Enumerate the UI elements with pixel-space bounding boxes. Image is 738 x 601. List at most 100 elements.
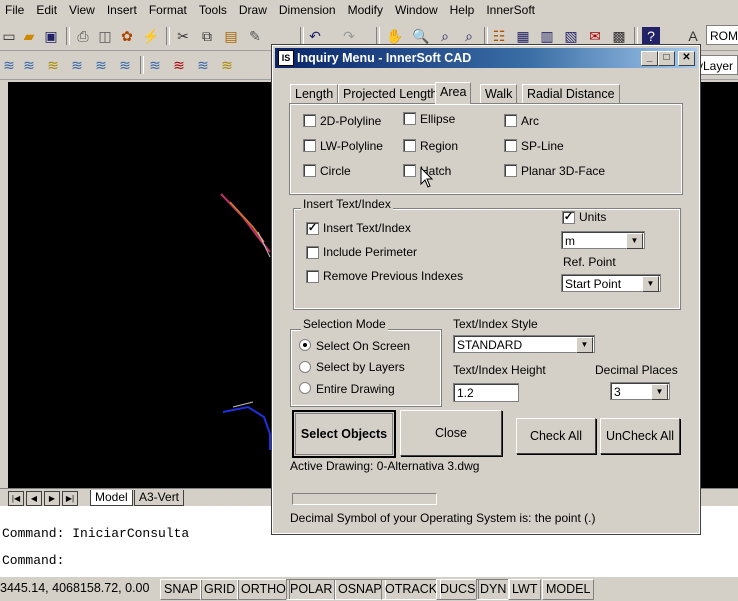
open-icon[interactable]: ▰ [20,27,38,45]
tab-area[interactable]: Area [435,82,472,104]
zoom-previous-icon[interactable]: ⌕ [460,27,478,45]
sheet-set-icon[interactable]: ▧ [562,27,580,45]
copy-icon[interactable]: ⧉ [198,27,216,45]
zoom-realtime-icon[interactable]: 🔍 [412,27,430,45]
undo-icon[interactable]: ↶ [306,27,324,45]
layer-tool-icon[interactable]: ≋ [68,56,86,74]
menu-innersoft[interactable]: InnerSoft [481,3,542,17]
layer-tool-icon[interactable]: ≋ [116,56,134,74]
menu-modify[interactable]: Modify [343,3,390,17]
units-select[interactable]: m ▼ [561,231,645,249]
snap-toggle[interactable]: SNAP [160,579,203,600]
tab-model[interactable]: Model [90,490,133,506]
lwt-toggle[interactable]: LWT [508,579,542,600]
markup-icon[interactable]: ✉ [586,27,604,45]
checkbox-hatch[interactable] [403,164,416,177]
redo-icon[interactable]: ↷ [340,27,358,45]
tab-radial-distance[interactable]: Radial Distance [522,84,620,104]
menu-help[interactable]: Help [445,3,482,17]
tool-palettes-icon[interactable]: ▥ [538,27,556,45]
checkbox-include-perimeter[interactable] [306,246,319,259]
minimize-icon[interactable]: _ [641,51,658,66]
checkbox-sp-line[interactable] [504,139,517,152]
decimal-places-select[interactable]: 3 ▼ [610,382,670,400]
layer-tool-icon[interactable]: ≋ [218,56,236,74]
tab-a3-vert[interactable]: A3-Vert [134,490,185,506]
design-center-icon[interactable]: ▦ [514,27,532,45]
checkbox-2d-polyline[interactable] [303,114,316,127]
next-tab-button[interactable]: ▶ [44,491,60,506]
close-icon[interactable]: ✕ [678,51,695,66]
uncheck-all-button[interactable]: UnCheck All [600,418,680,454]
checkbox-circle[interactable] [303,164,316,177]
checkbox-planar-3d-face[interactable] [504,164,517,177]
text-style-field[interactable]: ROM [706,25,738,45]
pan-icon[interactable]: ✋ [386,27,404,45]
checkbox-region[interactable] [403,139,416,152]
dialog-titlebar[interactable]: IS Inquiry Menu - InnerSoft CAD _ □ ✕ [275,48,697,68]
check-all-button[interactable]: Check All [516,418,596,454]
calculator-icon[interactable]: ▩ [610,27,628,45]
polar-toggle[interactable]: POLAR [286,579,337,600]
cut-icon[interactable]: ✂ [174,27,192,45]
tab-walk[interactable]: Walk [480,84,518,104]
menu-edit[interactable]: Edit [31,3,64,17]
layer-off-icon[interactable]: ≋ [170,56,188,74]
match-properties-icon[interactable]: ✎ [246,27,264,45]
select-objects-button[interactable]: Select Objects [292,410,396,458]
chevron-down-icon[interactable]: ▼ [651,384,668,400]
checkbox-arc[interactable] [504,114,517,127]
radio-select-by-layers[interactable] [299,361,311,373]
layer-tool-icon[interactable]: ≋ [194,56,212,74]
osnap-toggle[interactable]: OSNAP [334,579,386,600]
first-tab-button[interactable]: |◀ [8,491,24,506]
menu-tools[interactable]: Tools [194,3,234,17]
chevron-down-icon[interactable]: ▼ [642,276,659,292]
grid-toggle[interactable]: GRID [200,579,240,600]
save-icon[interactable]: ▣ [42,27,60,45]
menu-format[interactable]: Format [144,3,194,17]
command-prompt[interactable]: Command: [2,553,64,568]
otrack-toggle[interactable]: OTRACK [381,579,442,600]
text-height-input[interactable]: 1.2 [453,383,519,402]
checkbox-units[interactable]: ✓ [562,211,575,224]
ducs-toggle[interactable]: DUCS [436,579,480,600]
paste-icon[interactable]: ▤ [222,27,240,45]
publish-icon[interactable]: ✿ [118,27,136,45]
layer-tool-icon[interactable]: ≋ [0,56,18,74]
maximize-icon[interactable]: □ [658,51,675,66]
last-tab-button[interactable]: ▶| [62,491,78,506]
layer-tool-icon[interactable]: ≋ [92,56,110,74]
menu-view[interactable]: View [64,3,102,17]
checkbox-remove-previous-indexes[interactable] [306,270,319,283]
text-style-select[interactable]: STANDARD ▼ [453,335,595,353]
plot-icon[interactable]: ⚡ [142,27,160,45]
ortho-toggle[interactable]: ORTHO [237,579,290,600]
chevron-down-icon[interactable]: ▼ [626,233,643,249]
menu-file[interactable]: File [0,3,31,17]
checkbox-lw-polyline[interactable] [303,139,316,152]
checkbox-insert-text-index[interactable]: ✓ [306,222,319,235]
ref-point-select[interactable]: Start Point ▼ [561,274,661,292]
radio-entire-drawing[interactable] [299,382,311,394]
print-icon[interactable]: ⎙ [74,27,92,45]
close-button[interactable]: Close [400,410,502,456]
menu-window[interactable]: Window [390,3,445,17]
chevron-down-icon[interactable]: ▼ [576,337,593,353]
dyn-toggle[interactable]: DYN [476,579,511,600]
layer-field[interactable]: yLayer [694,55,738,75]
prev-tab-button[interactable]: ◀ [26,491,42,506]
menu-dimension[interactable]: Dimension [274,3,343,17]
layer-tool-icon[interactable]: ≋ [44,56,62,74]
tab-length[interactable]: Length [290,84,339,104]
tab-projected-length[interactable]: Projected Length [338,84,443,104]
radio-select-on-screen[interactable] [299,339,311,351]
layer-tool-icon[interactable]: ≋ [20,56,38,74]
preview-icon[interactable]: ◫ [96,27,114,45]
help-icon[interactable]: ? [642,27,660,45]
checkbox-ellipse[interactable] [403,112,416,125]
menu-draw[interactable]: Draw [234,3,274,17]
model-toggle[interactable]: MODEL [542,579,595,600]
layer-tool-icon[interactable]: ≋ [146,56,164,74]
new-icon[interactable]: ▭ [0,27,18,45]
